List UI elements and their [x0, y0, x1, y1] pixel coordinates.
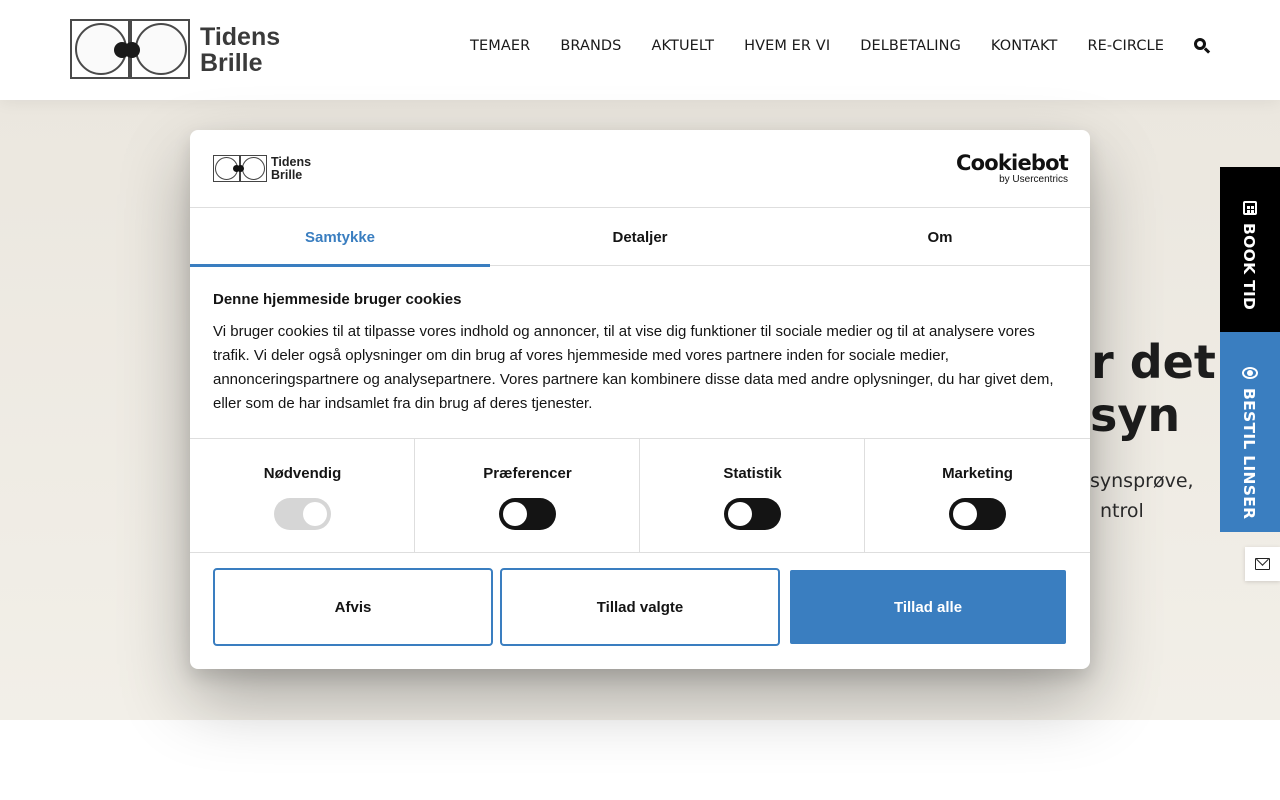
- dialog-header: Tidens Brille Cookiebot by Usercentrics: [190, 130, 1090, 208]
- nav-re-circle[interactable]: RE-CIRCLE: [1088, 38, 1165, 54]
- category-label: Marketing: [942, 465, 1013, 482]
- site-header: Tidens Brille TEMAER BRANDS AKTUELT HVEM…: [0, 0, 1280, 100]
- statistics-toggle[interactable]: [724, 498, 781, 530]
- necessary-toggle: [274, 498, 331, 530]
- nav-delbetaling[interactable]: DELBETALING: [860, 38, 961, 54]
- allow-selected-button[interactable]: Tillad valgte: [500, 568, 780, 646]
- dialog-body: Denne hjemmeside bruger cookies Vi bruge…: [213, 290, 1073, 416]
- book-tab-label: BOOK TID: [1240, 223, 1258, 311]
- consent-categories: Nødvendig Præferencer Statistik Marketin…: [190, 438, 1090, 553]
- cookie-consent-dialog: Tidens Brille Cookiebot by Usercentrics …: [190, 130, 1090, 669]
- dialog-description: Vi bruger cookies til at tilpasse vores …: [213, 323, 1054, 412]
- eye-icon: [1241, 364, 1259, 382]
- nav-temaer[interactable]: TEMAER: [470, 38, 530, 54]
- category-label: Nødvendig: [263, 465, 342, 482]
- logo-mark: [70, 19, 190, 81]
- order-lenses-tab[interactable]: BESTIL LINSER: [1220, 332, 1280, 532]
- dialog-actions: Afvis Tillad valgte Tillad alle: [213, 568, 1067, 646]
- search-icon[interactable]: [1194, 38, 1211, 54]
- tab-samtykke[interactable]: Samtykke: [190, 208, 490, 267]
- mail-icon: [1255, 558, 1270, 570]
- category-label: Præferencer: [483, 465, 572, 482]
- hero-sub-line2: ntrol: [1100, 500, 1144, 522]
- dialog-tabs: Samtykke Detaljer Om: [190, 208, 1090, 267]
- nav-brands[interactable]: BRANDS: [560, 38, 621, 54]
- category-statistics: Statistik: [640, 439, 865, 553]
- hero-subtitle: synsprøve, ntrol: [1090, 466, 1220, 526]
- dialog-brand-logo: Tidens Brille: [213, 155, 311, 183]
- nav-aktuelt[interactable]: AKTUELT: [651, 38, 714, 54]
- contact-mail-button[interactable]: [1245, 547, 1280, 581]
- cookiebot-logo[interactable]: Cookiebot by Usercentrics: [956, 151, 1069, 186]
- category-necessary: Nødvendig: [190, 439, 415, 553]
- category-label: Statistik: [723, 465, 782, 482]
- nav-hvem-er-vi[interactable]: HVEM ER VI: [744, 38, 830, 54]
- site-logo[interactable]: Tidens Brille: [70, 19, 302, 81]
- logo-line2: Brille: [200, 49, 263, 77]
- category-marketing: Marketing: [865, 439, 1090, 553]
- cookiebot-name: Cookiebot: [956, 151, 1069, 175]
- category-preferences: Præferencer: [415, 439, 640, 553]
- preferences-toggle[interactable]: [499, 498, 556, 530]
- allow-all-button[interactable]: Tillad alle: [790, 570, 1066, 644]
- nav-kontakt[interactable]: KONTAKT: [991, 38, 1058, 54]
- book-appointment-tab[interactable]: BOOK TID: [1220, 167, 1280, 332]
- cookiebot-by: by Usercentrics: [999, 174, 1068, 185]
- lenses-tab-label: BESTIL LINSER: [1240, 388, 1258, 520]
- logo-line1: Tidens: [200, 23, 281, 51]
- deny-button[interactable]: Afvis: [213, 568, 493, 646]
- dialog-brand-line2: Brille: [271, 168, 303, 182]
- dialog-heading: Denne hjemmeside bruger cookies: [213, 291, 462, 308]
- tab-om[interactable]: Om: [790, 208, 1090, 266]
- marketing-toggle[interactable]: [949, 498, 1006, 530]
- calendar-icon: [1241, 199, 1259, 217]
- main-nav: TEMAER BRANDS AKTUELT HVEM ER VI DELBETA…: [440, 38, 1211, 54]
- tab-detaljer[interactable]: Detaljer: [490, 208, 790, 266]
- hero-sub-line1: synsprøve,: [1090, 470, 1194, 492]
- logo-wordmark: Tidens Brille: [200, 24, 280, 76]
